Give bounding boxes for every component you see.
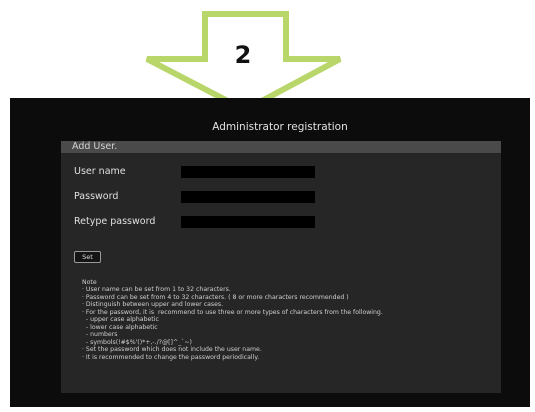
notes-list: Note · User name can be set from 1 to 32… <box>82 279 492 361</box>
note-item: · Password can be set from 4 to 32 chara… <box>82 293 349 301</box>
note-item: · User name can be set from 1 to 32 char… <box>82 286 231 294</box>
tutorial-screenshot: 2 Administrator registration Add User. U… <box>0 0 535 412</box>
retype-password-label: Retype password <box>74 216 156 227</box>
note-item: · Distinguish between upper and lower ca… <box>82 301 224 309</box>
set-button[interactable]: Set <box>74 251 101 263</box>
note-item: · It is recommended to change the passwo… <box>82 353 260 361</box>
note-item: - upper case alphabetic <box>82 316 159 324</box>
note-item: - lower case alphabetic <box>82 323 158 331</box>
password-label: Password <box>74 191 119 202</box>
panel-header-label: Add User. <box>72 141 118 152</box>
retype-password-input[interactable] <box>181 216 315 228</box>
step-number: 2 <box>234 41 252 69</box>
note-item: · For the password, it is recommend to u… <box>82 308 383 316</box>
note-item: - numbers <box>82 331 118 339</box>
password-input[interactable] <box>181 191 315 203</box>
add-user-panel: Add User. User name Password Retype pass… <box>61 141 501 393</box>
registration-screen: Administrator registration Add User. Use… <box>10 98 530 407</box>
page-title: Administrator registration <box>212 121 348 133</box>
note-item: · Set the password which does not includ… <box>82 346 262 354</box>
user-name-label: User name <box>74 166 126 177</box>
panel-header: Add User. <box>61 141 501 153</box>
user-name-input[interactable] <box>181 166 315 178</box>
notes-heading: Note <box>82 279 97 286</box>
down-arrow-icon <box>145 11 342 100</box>
note-item: - symbols(!#$%'()*+,-./?@[]^_`~) <box>82 338 192 346</box>
